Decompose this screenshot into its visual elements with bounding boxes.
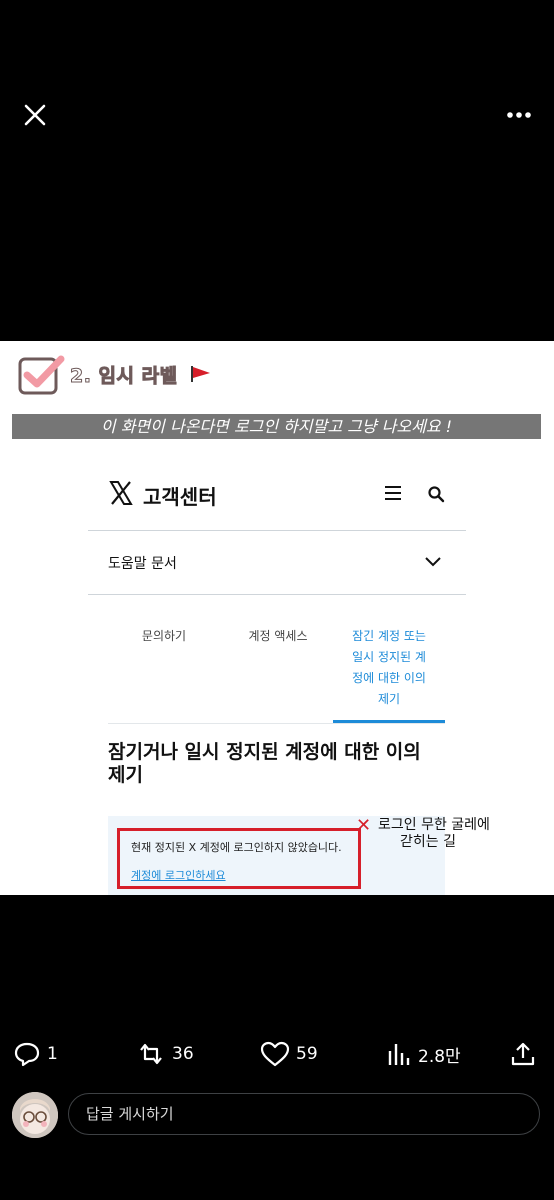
tab-appeal-line: 정에 대한 이의	[352, 671, 426, 685]
help-docs-label: 도움말 문서	[108, 556, 177, 572]
tab-appeal: 잠긴 계정 또는 일시 정지된 계 정에 대한 이의 제기	[335, 626, 443, 710]
help-center-title: 고객센터	[143, 485, 217, 509]
close-icon	[24, 104, 46, 126]
more-icon	[507, 112, 531, 118]
more-options-button[interactable]	[502, 100, 536, 130]
search-icon	[428, 486, 445, 503]
tab-contact: 문의하기	[141, 629, 187, 643]
reply-count: 1	[47, 1044, 58, 1064]
article-title-line: 제기	[108, 764, 143, 786]
warning-banner: 이 화면이 나온다면 로그인 하지말고 그냥 나오세요 !	[12, 414, 541, 439]
views-count: 2.8만	[418, 1046, 461, 1067]
like-button[interactable]: 59	[260, 1040, 318, 1068]
divider	[88, 594, 466, 595]
divider	[88, 530, 466, 531]
media-heading: 2. 임시 라벨	[70, 365, 178, 388]
reply-button[interactable]: 1	[13, 1040, 58, 1068]
annotation: 로그인 무한 굴레에 갇히는 길	[378, 817, 490, 851]
chevron-down-icon	[425, 557, 441, 567]
notice-text: 현재 정지된 X 계정에 로그인하지 않았습니다.	[131, 841, 342, 854]
tab-appeal-line: 제기	[377, 692, 401, 706]
avatar	[12, 1092, 58, 1138]
post-media-image[interactable]: 2. 임시 라벨 이 화면이 나온다면 로그인 하지말고 그냥 나오세요 ! 고…	[0, 341, 554, 895]
share-button[interactable]	[510, 1040, 536, 1068]
reply-placeholder: 답글 게시하기	[86, 1105, 174, 1123]
repost-count: 36	[172, 1044, 194, 1064]
x-logo-icon	[109, 481, 133, 505]
views-button[interactable]: 2.8만	[386, 1040, 461, 1068]
article-title-line: 잠기거나 일시 정지된 계정에 대한 이의	[108, 741, 421, 763]
checkbox-check-icon	[18, 355, 65, 395]
tab-appeal-line: 잠긴 계정 또는	[352, 629, 426, 643]
close-button[interactable]	[20, 100, 50, 130]
login-link: 계정에 로그인하세요	[131, 869, 226, 882]
annotation-line: 로그인 무한 굴레에	[378, 817, 490, 833]
flag-icon	[191, 366, 210, 382]
tab-account-access: 계정 액세스	[248, 629, 308, 643]
share-icon	[511, 1042, 535, 1066]
repost-icon	[140, 1043, 162, 1065]
like-count: 59	[296, 1044, 318, 1064]
like-icon	[260, 1041, 290, 1067]
reply-icon	[14, 1042, 40, 1067]
menu-icon	[385, 486, 401, 500]
annotation-line: 갇히는 길	[400, 834, 456, 850]
cross-mark-icon: ✕	[356, 815, 372, 836]
views-icon	[388, 1044, 410, 1065]
divider	[108, 723, 445, 724]
repost-button[interactable]: 36	[136, 1040, 194, 1068]
article-title: 잠기거나 일시 정지된 계정에 대한 이의 제기	[108, 741, 448, 787]
tab-appeal-line: 일시 정지된 계	[352, 650, 426, 664]
